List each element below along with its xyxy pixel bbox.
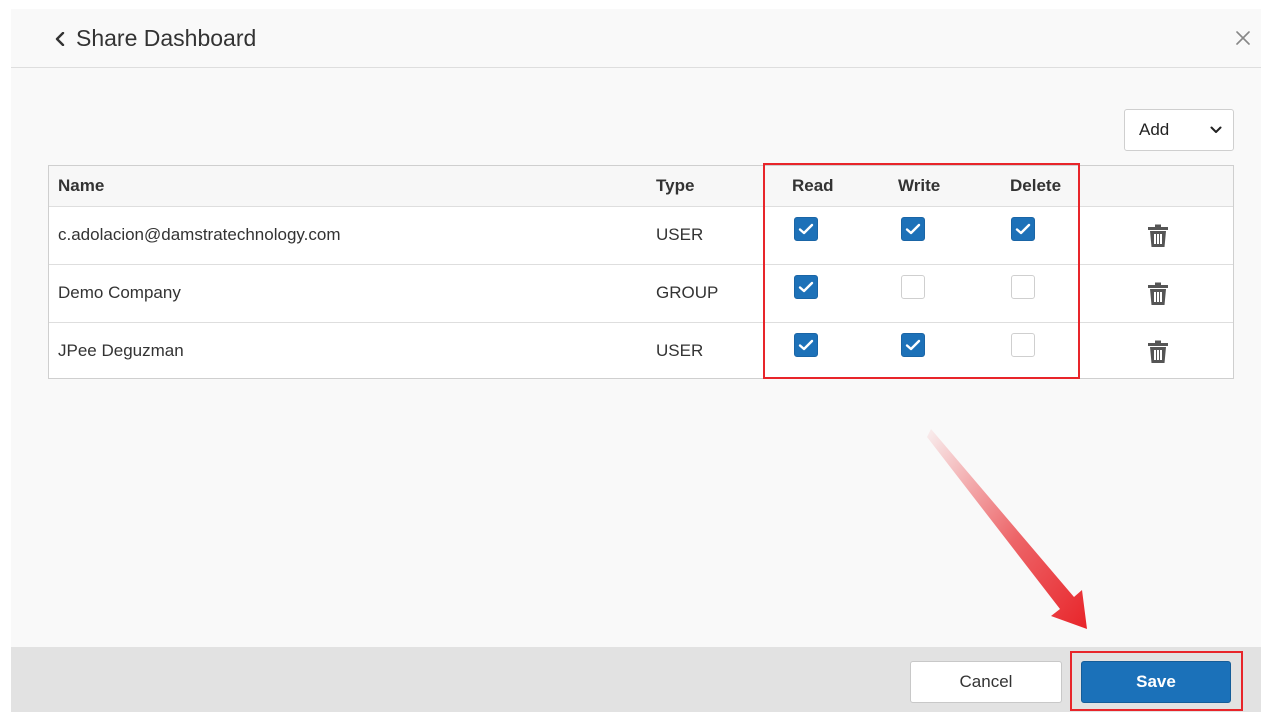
trash-icon[interactable] [1147, 340, 1169, 364]
chevron-down-icon [1210, 126, 1222, 133]
header-type: Type [656, 176, 695, 195]
annotation-arrow-icon [927, 429, 1087, 629]
dialog-title: Share Dashboard [76, 25, 257, 51]
row-type: USER [656, 225, 704, 244]
checkmark-icon [905, 339, 921, 351]
chevron-left-icon [55, 32, 65, 46]
delete-checkbox[interactable] [1011, 333, 1035, 357]
share-dashboard-dialog: Share Dashboard Add Name Type Read Write… [11, 9, 1261, 712]
dialog-footer: Cancel Save [11, 647, 1261, 712]
write-checkbox[interactable] [901, 333, 925, 357]
back-button[interactable] [51, 25, 71, 51]
header-name: Name [58, 176, 105, 195]
write-checkbox[interactable] [901, 275, 925, 299]
header-write: Write [898, 176, 941, 195]
table-row: JPee Deguzman USER [49, 323, 1233, 380]
trash-icon[interactable] [1147, 282, 1169, 306]
add-dropdown[interactable]: Add [1124, 109, 1234, 151]
table-row: c.adolacion@damstratechnology.com USER [49, 207, 1233, 265]
checkmark-icon [798, 281, 814, 293]
permissions-table: Name Type Read Write Delete c.adolacion@… [48, 165, 1234, 379]
checkmark-icon [798, 223, 814, 235]
read-checkbox[interactable] [794, 333, 818, 357]
checkmark-icon [1015, 223, 1031, 235]
delete-checkbox[interactable] [1011, 275, 1035, 299]
table-header: Name Type Read Write Delete [49, 166, 1233, 207]
add-dropdown-label: Add [1139, 120, 1170, 139]
header-delete: Delete [1010, 176, 1062, 195]
row-name: c.adolacion@damstratechnology.com [58, 225, 341, 244]
header-read: Read [792, 176, 834, 195]
read-checkbox[interactable] [794, 275, 818, 299]
read-checkbox[interactable] [794, 217, 818, 241]
checkmark-icon [905, 223, 921, 235]
save-button[interactable]: Save [1081, 661, 1231, 703]
delete-checkbox[interactable] [1011, 217, 1035, 241]
row-type: USER [656, 341, 704, 360]
trash-icon[interactable] [1147, 224, 1169, 248]
cancel-button[interactable]: Cancel [910, 661, 1062, 703]
row-type: GROUP [656, 283, 719, 302]
row-name: JPee Deguzman [58, 341, 184, 360]
close-button[interactable] [1231, 26, 1255, 50]
dialog-header: Share Dashboard [11, 9, 1261, 68]
checkmark-icon [798, 339, 814, 351]
close-icon [1236, 31, 1250, 45]
row-name: Demo Company [58, 283, 181, 302]
write-checkbox[interactable] [901, 217, 925, 241]
table-row: Demo Company GROUP [49, 265, 1233, 323]
